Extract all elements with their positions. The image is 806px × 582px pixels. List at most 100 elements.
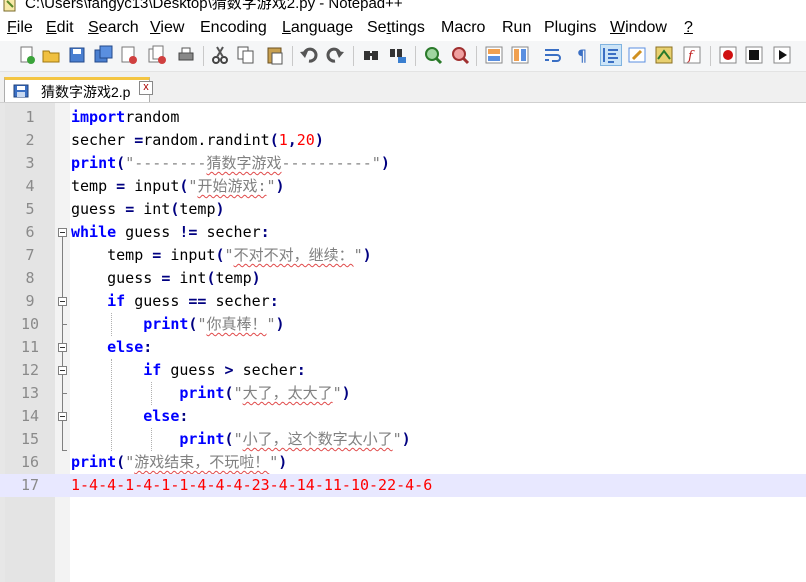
new-file-button[interactable]	[17, 45, 37, 65]
line-number: 15	[20, 430, 40, 448]
menu-settings[interactable]: Settings	[367, 19, 425, 37]
save-button[interactable]	[67, 45, 87, 65]
menu-window[interactable]: Window	[610, 19, 667, 37]
menu-macro[interactable]: Macro	[441, 19, 485, 37]
menu-file[interactable]: File	[7, 19, 33, 37]
print-icon	[178, 47, 194, 61]
line-number: 13	[20, 384, 40, 402]
user-defined-lang-button[interactable]	[627, 45, 647, 65]
code-line[interactable]: 8 guess = int(temp)	[0, 267, 806, 290]
show-all-chars-button[interactable]: ¶	[572, 45, 592, 65]
stop-record-button[interactable]	[744, 45, 764, 65]
zoom-out-button[interactable]	[450, 45, 470, 65]
code-line[interactable]: 13 print("大了，太大了")	[0, 382, 806, 405]
code-line[interactable]: 11 else:	[0, 336, 806, 359]
fold-toggle[interactable]	[58, 343, 67, 352]
show-all-chars-icon: ¶	[577, 46, 587, 65]
open-file-icon	[42, 50, 60, 63]
replace-icon	[390, 49, 406, 63]
doc-map-button[interactable]	[654, 45, 674, 65]
sync-vertical-button[interactable]	[484, 45, 504, 65]
menu-language[interactable]: Language	[282, 19, 353, 37]
menu-run[interactable]: Run	[502, 19, 531, 37]
undo-button[interactable]	[299, 45, 319, 65]
close-all-button[interactable]	[147, 45, 167, 65]
print-button[interactable]	[176, 45, 196, 65]
open-file-button[interactable]	[41, 45, 61, 65]
redo-button[interactable]	[325, 45, 345, 65]
tab-close-button[interactable]: x	[139, 81, 153, 95]
fold-toggle[interactable]	[58, 228, 67, 237]
code-line[interactable]: 16 print("游戏结束，不玩啦！")	[0, 451, 806, 474]
word-wrap-button[interactable]	[543, 45, 563, 65]
fold-toggle[interactable]	[58, 366, 67, 375]
code-line[interactable]: 1 importrandom	[0, 106, 806, 129]
code-line[interactable]: 15 print("小了，这个数字太小了")	[0, 428, 806, 451]
save-all-button[interactable]	[94, 45, 114, 65]
code-text: while guess != secher:	[71, 223, 270, 241]
paste-button[interactable]	[265, 45, 285, 65]
sync-vertical-icon	[485, 46, 503, 64]
code-line[interactable]: 10 print("你真棒！")	[0, 313, 806, 336]
toolbar-separator	[292, 46, 293, 66]
code-line[interactable]: 14 else:	[0, 405, 806, 428]
code-text: print("--------猜数字游戏----------")	[71, 154, 390, 172]
tab-label: 猜数字游戏2.p	[41, 84, 131, 100]
sync-horizontal-button[interactable]	[510, 45, 530, 65]
code-line[interactable]: 3 print("--------猜数字游戏----------")	[0, 152, 806, 175]
code-text: else:	[143, 407, 189, 425]
play-macro-button[interactable]	[772, 45, 792, 65]
save-icon	[69, 47, 85, 63]
cut-button[interactable]	[210, 45, 230, 65]
line-number: 11	[20, 338, 40, 356]
fold-toggle[interactable]	[58, 412, 67, 421]
record-macro-button[interactable]	[718, 45, 738, 65]
line-number: 9	[25, 292, 35, 310]
line-number: 3	[25, 154, 35, 172]
code-line[interactable]: 4 temp = input("开始游戏:")	[0, 175, 806, 198]
code-editor[interactable]: 1 importrandom 2 secher =random.randint(1,2…	[0, 103, 806, 582]
menu-plugins[interactable]: Plugins	[544, 19, 596, 37]
line-number: 14	[20, 407, 40, 425]
code-text: print("小了，这个数字太小了")	[179, 430, 411, 448]
find-button[interactable]	[361, 45, 381, 65]
toolbar-separator	[476, 46, 477, 66]
replace-button[interactable]	[388, 45, 408, 65]
save-all-icon	[94, 45, 113, 63]
document-tab[interactable]: 猜数字游戏2.p x	[4, 77, 153, 102]
close-button[interactable]	[119, 45, 139, 65]
code-line[interactable]: 9 if guess == secher:	[0, 290, 806, 313]
line-number: 10	[20, 315, 40, 333]
line-number: 1	[25, 108, 35, 126]
code-text: guess = int(temp)	[71, 269, 261, 287]
code-line[interactable]: 12 if guess > secher:	[0, 359, 806, 382]
code-text: print("游戏结束，不玩啦！")	[71, 453, 288, 471]
code-text: 1-4-4-1-4-1-1-4-4-4-23-4-14-11-10-22-4-6	[71, 476, 433, 494]
code-line[interactable]: 7 temp = input("不对不对，继续：")	[0, 244, 806, 267]
code-line[interactable]: 17 1-4-4-1-4-1-1-4-4-4-23-4-14-11-10-22-4…	[0, 474, 806, 497]
zoom-in-button[interactable]	[423, 45, 443, 65]
indent-guide-button[interactable]	[600, 44, 622, 66]
code-text: if guess == secher:	[107, 292, 279, 310]
toolbar-separator	[353, 46, 354, 66]
undo-icon	[300, 47, 318, 63]
menu-encoding[interactable]: Encoding	[200, 19, 267, 37]
code-line[interactable]: 6 while guess != secher:	[0, 221, 806, 244]
copy-button[interactable]	[236, 45, 256, 65]
new-file-icon	[20, 46, 35, 64]
line-number: 6	[25, 223, 35, 241]
function-list-button[interactable]: f	[682, 45, 702, 65]
code-line[interactable]: 2 secher =random.randint(1,20)	[0, 129, 806, 152]
toolbar-separator	[203, 46, 204, 66]
indent-guide-icon	[603, 48, 618, 63]
menu-edit[interactable]: Edit	[46, 19, 74, 37]
menu-view[interactable]: View	[150, 19, 184, 37]
sync-horizontal-icon	[511, 46, 529, 64]
code-text: print("大了，太大了")	[179, 384, 351, 402]
menu-search[interactable]: Search	[88, 19, 139, 37]
fold-toggle[interactable]	[58, 297, 67, 306]
code-line[interactable]: 5 guess = int(temp)	[0, 198, 806, 221]
stop-record-icon	[745, 46, 763, 64]
play-macro-icon	[773, 46, 791, 64]
menu-?[interactable]: ?	[684, 19, 693, 37]
